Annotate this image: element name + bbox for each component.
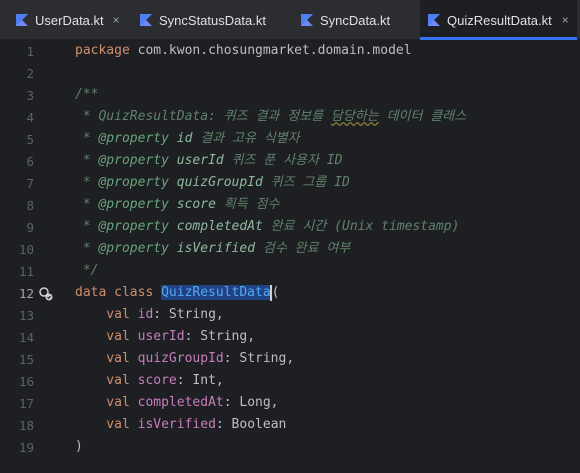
- code-line: package com.kwon.chosungmarket.domain.mo…: [75, 43, 412, 58]
- kotlin-file-icon: [301, 14, 313, 26]
- line-number: 9: [26, 220, 34, 235]
- kotlin-file-icon: [428, 14, 440, 26]
- line-number-gutter: 1 2 3 4 5 6 7 8 9 10 11 12 13 14 15 16 1…: [0, 40, 68, 473]
- line-number: 3: [26, 88, 34, 103]
- line-number: 8: [26, 198, 34, 213]
- selected-class-name[interactable]: QuizResultData: [161, 285, 271, 300]
- close-icon[interactable]: ×: [562, 13, 569, 27]
- editor-tab-bar: UserData.kt × SyncStatusData.kt SyncData…: [0, 0, 580, 40]
- code-line: ): [75, 439, 83, 454]
- line-number: 10: [18, 242, 34, 257]
- tab-syncstatusdata[interactable]: SyncStatusData.kt: [140, 0, 266, 40]
- tab-label: UserData.kt: [35, 12, 104, 28]
- close-icon[interactable]: ×: [113, 13, 120, 27]
- line-number: 4: [26, 110, 34, 125]
- code-line: * @property userId 퀴즈 푼 사용자 ID: [75, 153, 343, 168]
- line-number: 7: [26, 176, 34, 191]
- code-line: val quizGroupId: String,: [75, 351, 295, 366]
- line-number: 1: [26, 44, 34, 59]
- line-number: 19: [18, 440, 34, 455]
- code-line: * @property id 결과 고유 식별자: [75, 131, 300, 146]
- code-line: */: [75, 263, 99, 278]
- line-number: 17: [18, 396, 34, 411]
- line-number: 2: [26, 66, 34, 81]
- tab-syncdata[interactable]: SyncData.kt: [301, 0, 390, 40]
- line-number: 16: [18, 374, 34, 389]
- line-number: 6: [26, 154, 34, 169]
- tab-userdata[interactable]: UserData.kt ×: [16, 0, 120, 40]
- code-line: val userId: String,: [75, 329, 256, 344]
- kotlin-file-icon: [16, 14, 28, 26]
- implementations-icon[interactable]: [38, 286, 54, 302]
- code-line: * @property quizGroupId 퀴즈 그룹 ID: [75, 175, 350, 190]
- code-editor[interactable]: 1 2 3 4 5 6 7 8 9 10 11 12 13 14 15 16 1…: [0, 40, 580, 473]
- line-number: 13: [18, 308, 34, 323]
- code-line: val completedAt: Long,: [75, 395, 279, 410]
- tab-label: SyncData.kt: [320, 12, 391, 28]
- code-line: val id: String,: [75, 307, 224, 322]
- line-number: 18: [18, 418, 34, 433]
- typo-warning: 담당하는: [330, 109, 379, 124]
- current-line-number: 12: [18, 286, 34, 301]
- tab-quizresultdata[interactable]: QuizResultData.kt ×: [420, 0, 577, 40]
- kotlin-file-icon: [140, 14, 152, 26]
- code-line: val isVerified: Boolean: [75, 417, 287, 432]
- line-number: 15: [18, 352, 34, 367]
- tab-label: QuizResultData.kt: [447, 12, 552, 28]
- code-line: * @property score 획득 점수: [75, 197, 280, 212]
- code-line: val score: Int,: [75, 373, 224, 388]
- code-line: * @property isVerified 검수 완료 여부: [75, 241, 351, 256]
- code-line: * QuizResultData: 퀴즈 결과 정보를 담당하는 데이터 클래스: [75, 109, 467, 124]
- line-number: 14: [18, 330, 34, 345]
- line-number: 5: [26, 132, 34, 147]
- code-line: * @property completedAt 완료 시간 (Unix time…: [75, 219, 460, 234]
- line-number: 11: [18, 264, 34, 279]
- code-line: /**: [75, 87, 99, 102]
- code-line-current: data class QuizResultData(: [75, 284, 280, 301]
- tab-label: SyncStatusData.kt: [159, 12, 266, 28]
